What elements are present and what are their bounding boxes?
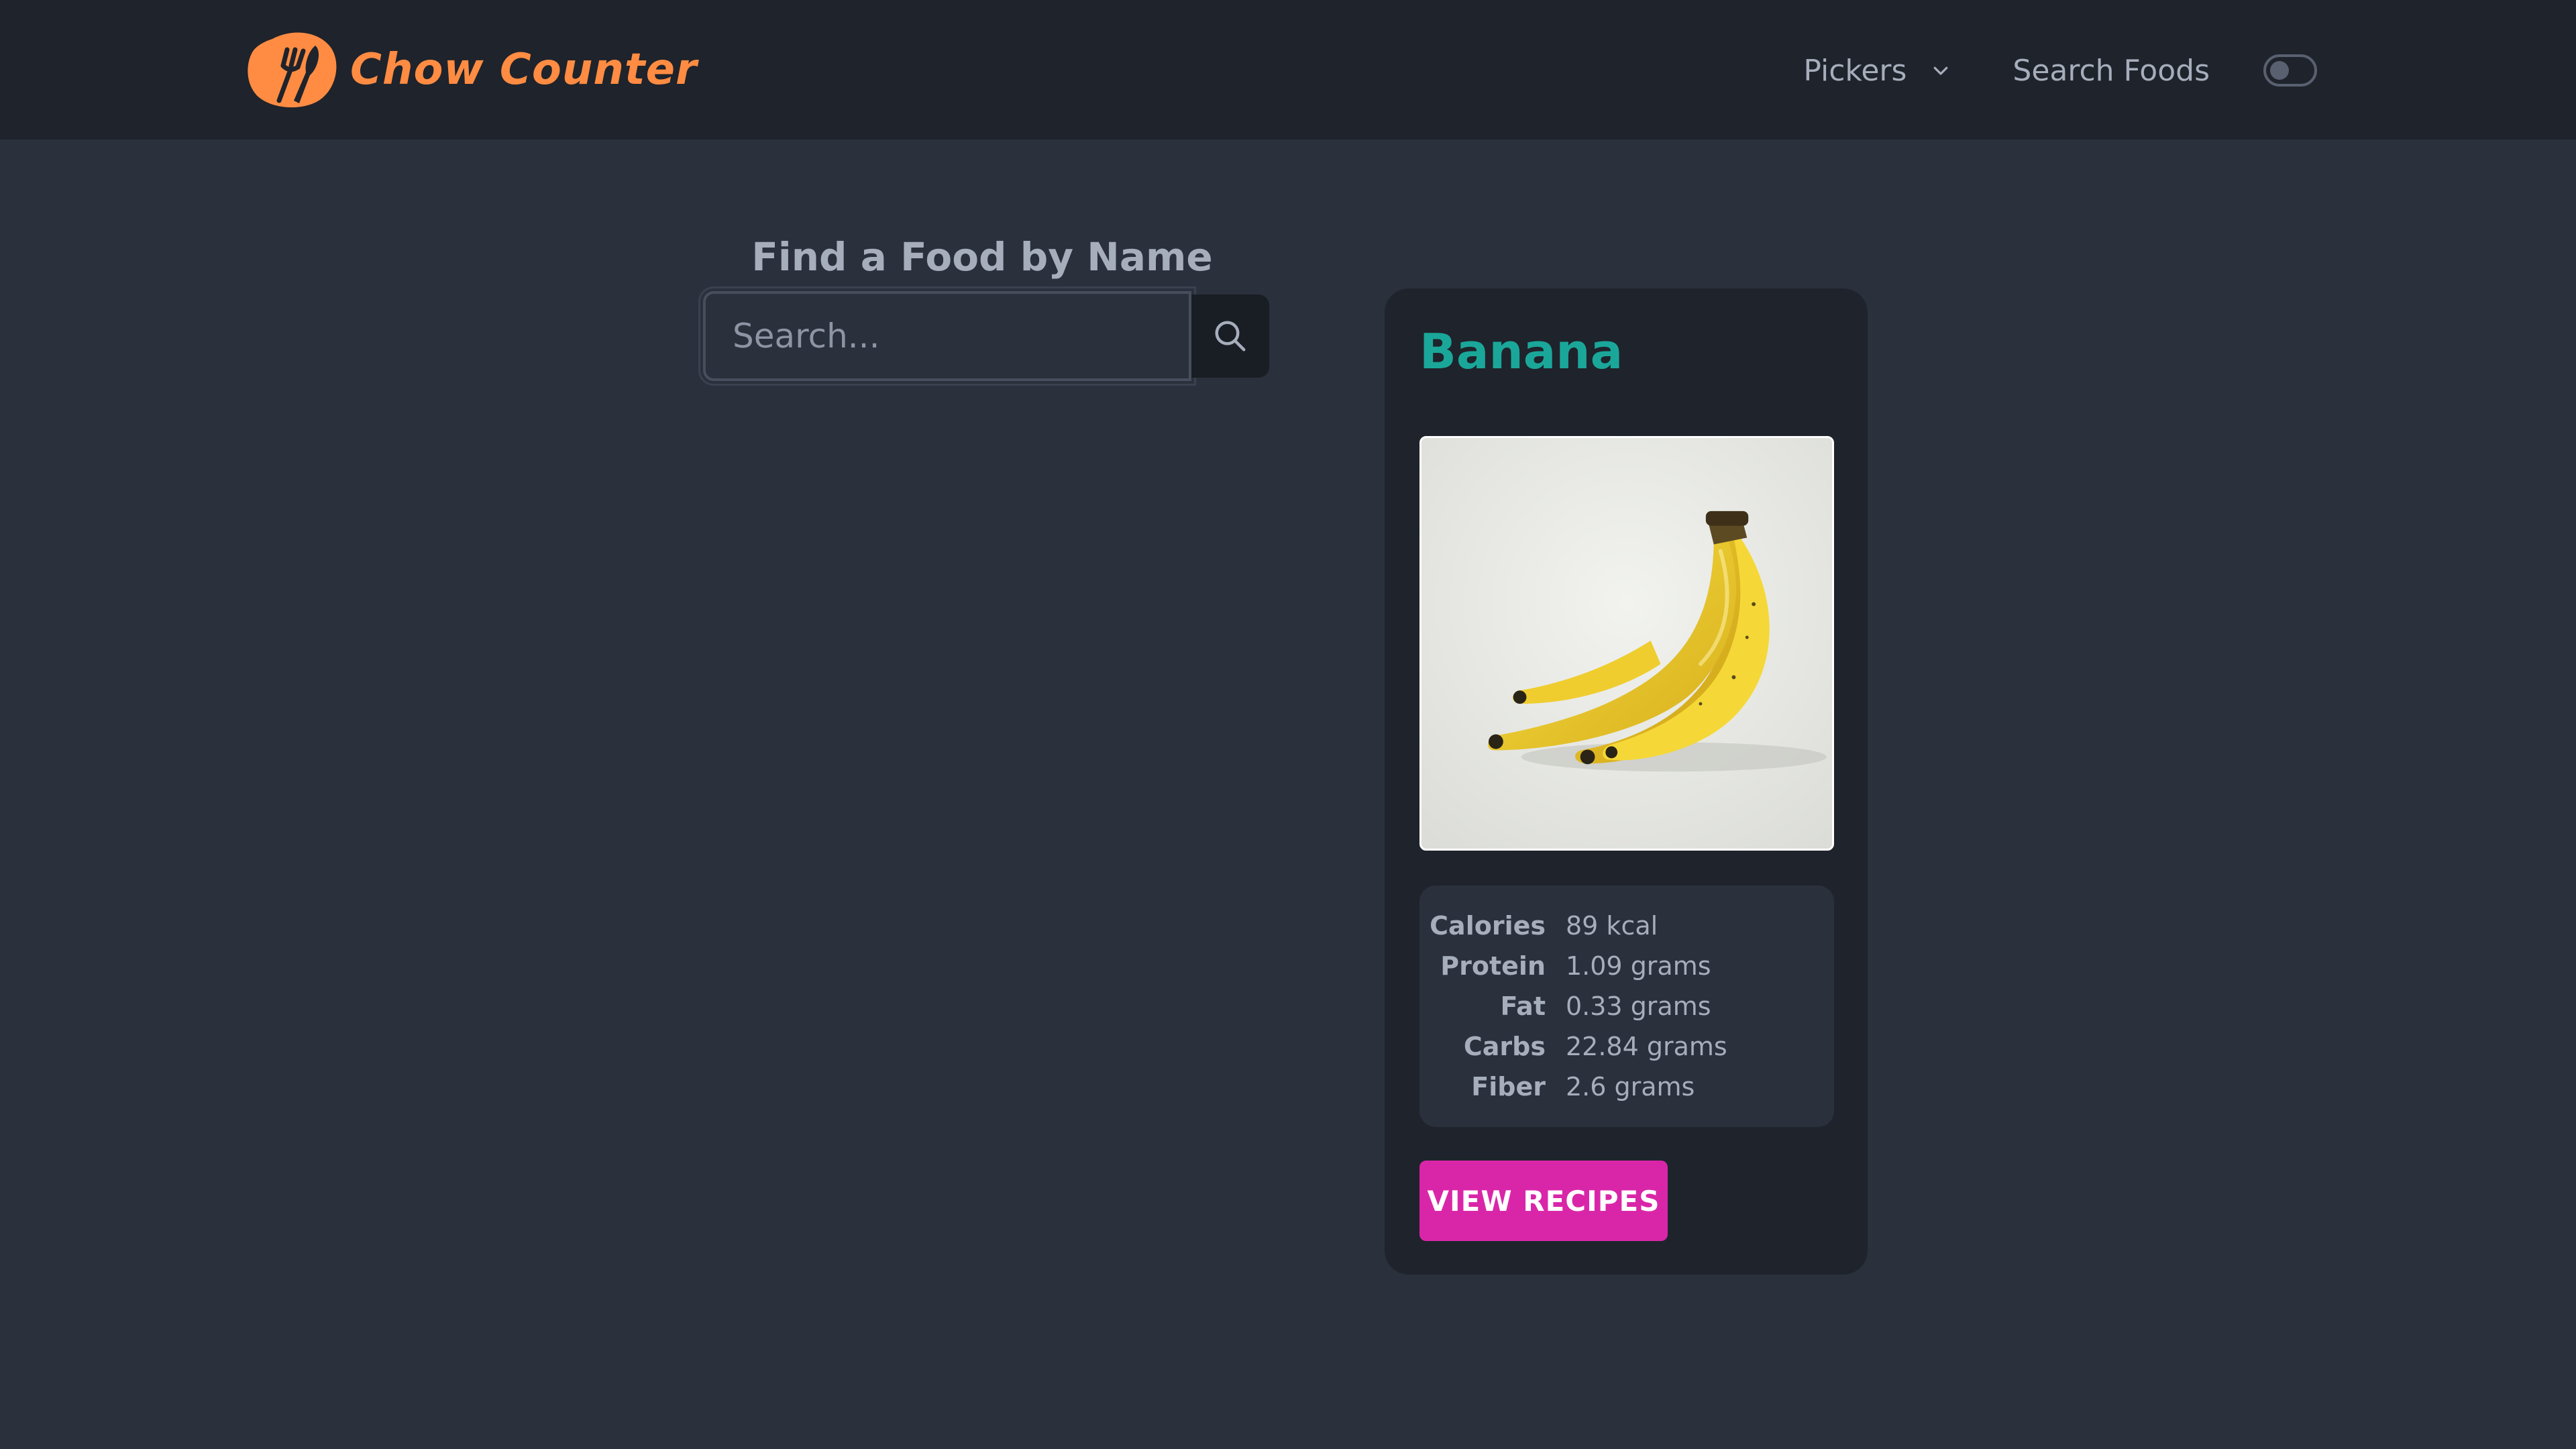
toggle-knob <box>2270 61 2289 80</box>
nutrient-row-protein: Protein 1.09 grams <box>1419 946 1834 986</box>
view-recipes-button[interactable]: VIEW RECIPES <box>1419 1161 1668 1241</box>
nutrient-label: Protein <box>1440 951 1546 981</box>
nutrition-table: Calories 89 kcal Protein 1.09 grams Fat … <box>1419 885 1834 1127</box>
search-foods-link[interactable]: Search Foods <box>2012 54 2210 88</box>
banana-image <box>1421 438 1832 849</box>
theme-toggle[interactable] <box>2263 54 2317 87</box>
search-form <box>698 286 1269 386</box>
nutrient-value: 1.09 grams <box>1566 951 1711 981</box>
nutrient-value: 22.84 grams <box>1566 1032 1727 1061</box>
nutrient-label: Carbs <box>1463 1032 1546 1061</box>
search-input[interactable] <box>698 286 1196 386</box>
search-foods-label: Search Foods <box>2012 53 2210 88</box>
search-title: Find a Food by Name <box>751 233 1213 280</box>
nutrient-value: 0.33 grams <box>1566 991 1711 1021</box>
pickers-dropdown[interactable]: Pickers <box>1803 54 1951 88</box>
nutrient-row-fiber: Fiber 2.6 grams <box>1419 1067 1834 1107</box>
nutrient-row-carbs: Carbs 22.84 grams <box>1419 1026 1834 1067</box>
food-card: Banana Calories 89 kcal Protein 1.09 gra… <box>1385 288 1868 1275</box>
search-icon <box>1215 321 1246 352</box>
nutrient-label: Fat <box>1500 991 1546 1021</box>
chevron-down-icon <box>1934 66 1948 75</box>
nutrient-value: 2.6 grams <box>1566 1072 1695 1102</box>
fork-and-knife-logo-icon <box>248 32 337 107</box>
nav-menu: Pickers Search Foods <box>1803 40 2317 101</box>
nutrient-value: 89 kcal <box>1566 911 1658 941</box>
pickers-label: Pickers <box>1803 53 1907 88</box>
brand-link[interactable]: Chow Counter <box>246 31 698 109</box>
food-name: Banana <box>1419 323 1623 380</box>
food-image <box>1419 436 1834 851</box>
nutrient-label: Fiber <box>1471 1072 1546 1102</box>
top-navbar: Chow Counter Pickers Search Foods <box>0 0 2576 140</box>
nutrient-label: Calories <box>1430 911 1546 941</box>
search-button[interactable] <box>1191 294 1269 378</box>
nutrient-row-calories: Calories 89 kcal <box>1419 906 1834 946</box>
brand-name: Chow Counter <box>350 45 698 95</box>
nutrient-row-fat: Fat 0.33 grams <box>1419 986 1834 1026</box>
